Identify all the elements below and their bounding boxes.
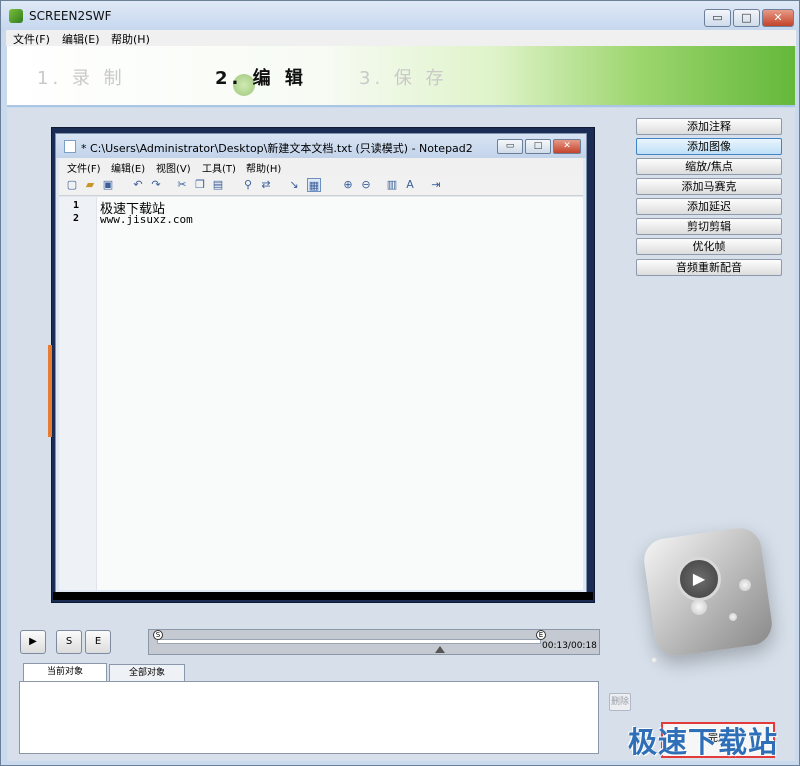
minimize-button[interactable]: ▭ [704, 9, 731, 27]
playhead-caret-icon[interactable] [435, 646, 445, 653]
notepad-toolbar: ▢ ▰ ▣ ↶ ↷ ✂ ❐ ▤ ⚲ ⇄ ↘ ▦ ⊕ ⊖ ▥ A ⇥ [59, 175, 583, 196]
menu-help[interactable]: 帮助(H) [111, 31, 150, 47]
start-marker[interactable]: S [153, 630, 163, 640]
notepad-file-icon [64, 140, 76, 153]
zoom-out-icon: ⊖ [361, 178, 371, 191]
notepad-menu-edit: 编辑(E) [111, 164, 146, 175]
zoom-focus-button[interactable]: 缩放/焦点 [636, 158, 782, 175]
replace-icon: ⇄ [261, 178, 271, 191]
line-number: 2 [73, 213, 80, 224]
exit-icon: ⇥ [431, 178, 441, 191]
preview-side-bar [48, 345, 52, 437]
watermark-text: 极速下载站 [628, 725, 779, 759]
notepad-menu-file: 文件(F) [67, 164, 101, 175]
font-icon: A [406, 178, 414, 191]
notepad-menu-tools: 工具(T) [202, 164, 236, 175]
cut-clip-button[interactable]: 剪切剪辑 [636, 218, 782, 235]
notepad-menu-view: 视图(V) [156, 164, 191, 175]
cube-play-icon: ▶ [677, 557, 721, 601]
step-record: 1. 录 制 [37, 68, 126, 89]
droplet-icon [739, 579, 751, 591]
save-icon: ▣ [102, 178, 114, 191]
maximize-button[interactable]: □ [733, 9, 760, 27]
add-mosaic-button[interactable]: 添加马赛克 [636, 178, 782, 195]
timeline-track[interactable] [157, 639, 541, 644]
captured-notepad-window: * C:\Users\Administrator\Desktop\新建文本文档.… [55, 133, 587, 593]
droplet-icon [691, 599, 707, 615]
droplet-icon [651, 657, 657, 663]
delete-button[interactable]: 删除 [609, 693, 631, 711]
notepad-minimize-icon: ▭ [497, 139, 523, 154]
app-logo-icon [9, 9, 23, 23]
redo-icon: ↷ [151, 178, 161, 191]
timeline[interactable]: S E 00:13/00:18 [148, 629, 600, 655]
title-bar[interactable]: SCREEN2SWF ▭ □ ✕ [1, 1, 799, 31]
set-end-button[interactable]: E [85, 630, 111, 654]
notepad-title: * C:\Users\Administrator\Desktop\新建文本文档.… [81, 142, 473, 155]
app-window: SCREEN2SWF ▭ □ ✕ 文件(F) 编辑(E) 帮助(H) 1. 录 … [0, 0, 800, 766]
open-icon: ▰ [85, 178, 95, 191]
find-icon: ⚲ [243, 178, 253, 191]
notepad-title-bar: * C:\Users\Administrator\Desktop\新建文本文档.… [56, 134, 586, 158]
scheme-icon: ▥ [386, 178, 398, 191]
add-image-button[interactable]: 添加图像 [636, 138, 782, 155]
preview-bottom-edge [53, 592, 593, 600]
view-icon: ▦ [307, 178, 321, 192]
end-marker[interactable]: E [536, 630, 546, 640]
set-start-button[interactable]: S [56, 630, 82, 654]
tab-current-object[interactable]: 当前对象 [23, 663, 107, 683]
menu-bar: 文件(F) 编辑(E) 帮助(H) [6, 30, 796, 46]
line-number: 1 [73, 200, 80, 211]
close-button[interactable]: ✕ [762, 9, 794, 27]
menu-file[interactable]: 文件(F) [13, 31, 50, 47]
notepad-menu-help: 帮助(H) [246, 164, 282, 175]
paste-icon: ▤ [212, 178, 224, 191]
optimize-frames-button[interactable]: 优化帧 [636, 238, 782, 255]
notepad-editor: 1 2 极速下载站 www.jisuxz.com [59, 197, 583, 590]
wrap-icon: ↘ [289, 178, 299, 191]
add-delay-button[interactable]: 添加延迟 [636, 198, 782, 215]
object-panel [19, 681, 599, 754]
window-title: SCREEN2SWF [29, 9, 112, 23]
undo-icon: ↶ [133, 178, 143, 191]
droplet-icon [729, 613, 737, 621]
add-annotation-button[interactable]: 添加注释 [636, 118, 782, 135]
new-icon: ▢ [66, 178, 78, 191]
copy-icon: ❐ [195, 178, 205, 191]
step-header: 1. 录 制 2. 编 辑 3. 保 存 [7, 46, 795, 107]
notepad-maximize-icon: □ [525, 139, 551, 154]
notepad-close-icon: ✕ [553, 139, 581, 154]
step-save: 3. 保 存 [359, 68, 448, 89]
line-number-gutter: 1 2 [59, 197, 97, 590]
tab-all-objects[interactable]: 全部对象 [109, 664, 185, 682]
redub-audio-button[interactable]: 音频重新配音 [636, 259, 782, 276]
step-edit: 2. 编 辑 [215, 68, 307, 89]
cut-icon: ✂ [177, 178, 187, 191]
play-button[interactable]: ▶ [20, 630, 46, 654]
zoom-in-icon: ⊕ [343, 178, 353, 191]
time-readout: 00:13/00:18 [542, 641, 597, 651]
menu-edit[interactable]: 编辑(E) [62, 31, 100, 47]
editor-line: www.jisuxz.com [100, 213, 193, 226]
notepad-menu-bar: 文件(F) 编辑(E) 视图(V) 工具(T) 帮助(H) [59, 158, 583, 175]
